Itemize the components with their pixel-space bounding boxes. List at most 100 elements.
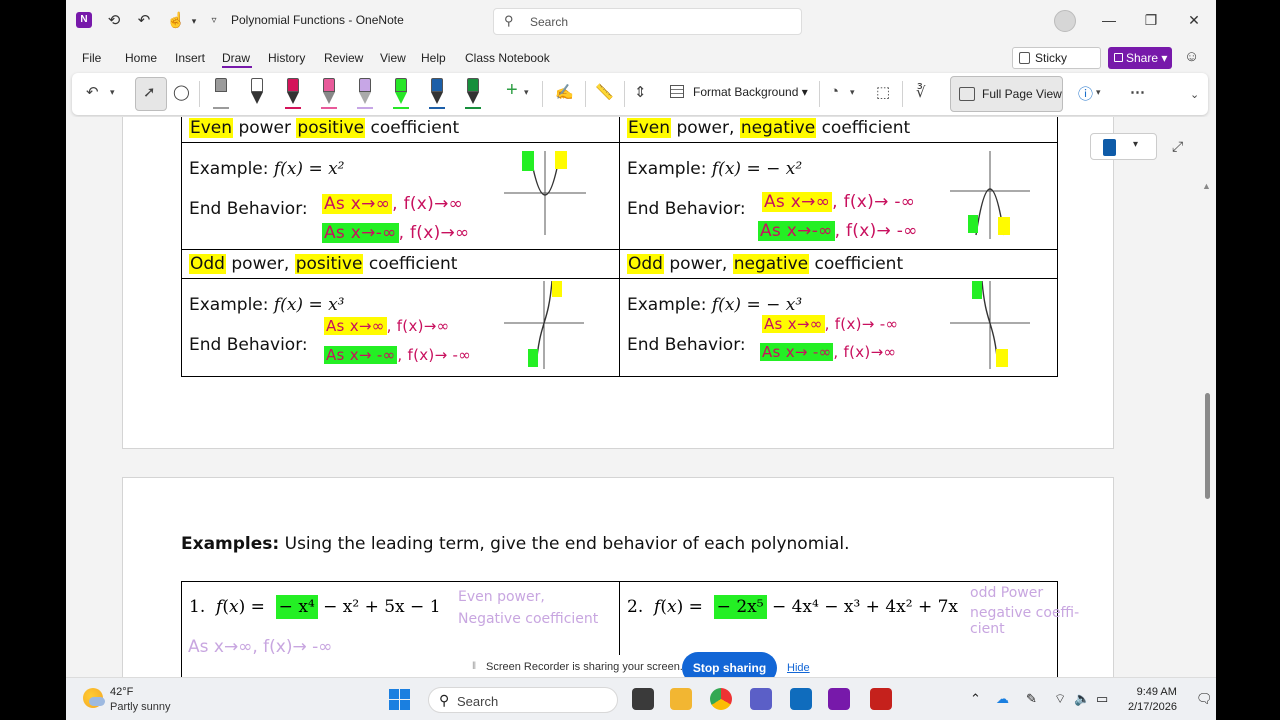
chevron-down-icon[interactable]: ▾ — [524, 87, 529, 98]
menu-view[interactable]: View — [380, 51, 406, 65]
undo-icon[interactable]: ↶ — [134, 11, 154, 31]
divider — [902, 81, 903, 107]
outlook-icon[interactable] — [790, 688, 812, 710]
example-line: Example: f(x) = x³ — [189, 295, 345, 315]
header-positive: positive — [294, 254, 364, 274]
menu-home[interactable]: Home — [125, 51, 157, 65]
avatar[interactable] — [1054, 10, 1076, 32]
lasso-icon[interactable]: ◯ — [173, 83, 190, 101]
graph-sketch — [950, 151, 1030, 239]
touch-draw-icon[interactable]: ✍ — [555, 83, 574, 101]
task-view-icon[interactable] — [632, 688, 654, 710]
collapse-ribbon-icon[interactable]: ⌄ — [1190, 88, 1199, 101]
system-clock[interactable]: 9:49 AM 2/17/2026 — [1128, 685, 1177, 715]
pen-red[interactable] — [282, 76, 304, 110]
more-options-icon[interactable]: ⋯ — [1130, 83, 1145, 101]
insert-space-icon[interactable]: ⇕ — [634, 83, 647, 101]
taskbar-search[interactable]: ⚲ Search — [428, 687, 618, 713]
chevron-down-icon[interactable]: ▾ — [1096, 87, 1101, 98]
onedrive-icon[interactable]: ☁ — [996, 691, 1009, 707]
pen-blue[interactable] — [426, 76, 448, 110]
battery-icon[interactable]: ▭ — [1096, 691, 1108, 707]
problem-1: 1. f(x) = − x⁴ − x² + 5x − 1 — [189, 595, 441, 619]
menu-class-notebook[interactable]: Class Notebook — [465, 51, 550, 65]
minimize-icon[interactable]: — — [1099, 12, 1119, 28]
problem-rest: − x² + 5x − 1 — [317, 597, 441, 617]
full-page-view-label: Full Page View — [982, 87, 1062, 101]
recorder-text: Screen Recorder is sharing your screen. — [486, 661, 683, 673]
sticky-notes-button[interactable]: Sticky Notes — [1012, 47, 1101, 85]
page-canvas[interactable]: Even power positive coefficient Even pow… — [66, 117, 1209, 677]
search-placeholder: Search — [530, 15, 569, 29]
search-box[interactable]: ⚲ Search — [493, 8, 802, 35]
teams-icon[interactable] — [750, 688, 772, 710]
pen-gray[interactable] — [210, 76, 232, 110]
shapes-icon[interactable]: ◔ — [830, 83, 839, 100]
format-background-button[interactable]: Format Background ▾ — [670, 85, 808, 99]
handwritten-answer: As x→∞, f(x)→ -∞ — [188, 637, 333, 657]
highlighter-green[interactable] — [390, 76, 412, 110]
drag-handle-icon[interactable]: ‖ — [472, 661, 476, 672]
expand-icon[interactable]: ⤢ — [1172, 138, 1183, 155]
pen-menu-icon[interactable]: ✎ — [1026, 691, 1037, 707]
share-button[interactable]: Share ▾ — [1108, 47, 1172, 69]
file-explorer-icon[interactable] — [670, 688, 692, 710]
customize-toolbar-icon[interactable]: ▿ — [204, 11, 224, 31]
ink-to-shape-icon[interactable]: ⬚ — [876, 83, 890, 101]
header-text: power — [233, 118, 297, 138]
vertical-scrollbar[interactable] — [1205, 393, 1210, 499]
add-pen-icon[interactable]: + — [506, 79, 518, 102]
touch-mode-icon[interactable]: ☝ — [166, 11, 186, 31]
menu-review[interactable]: Review — [324, 51, 363, 65]
maximize-icon[interactable]: ❐ — [1141, 12, 1161, 29]
problem-number: 1. — [189, 597, 206, 617]
ruler-icon[interactable]: 📏 — [595, 83, 614, 101]
cursor-icon: ➚ — [143, 84, 156, 101]
problem-rest: − 4x⁴ − x³ + 4x² + 7x — [766, 597, 958, 617]
menu-file[interactable]: File — [82, 51, 101, 65]
weather-icon[interactable] — [83, 688, 105, 708]
menu-insert[interactable]: Insert — [175, 51, 205, 65]
chevron-down-icon[interactable]: ▾ — [184, 11, 204, 31]
close-icon[interactable]: ✕ — [1184, 12, 1204, 29]
search-icon: ⚲ — [439, 692, 450, 708]
wifi-icon[interactable]: ⌔ — [1054, 691, 1066, 707]
undo-icon[interactable]: ↶ — [86, 83, 99, 101]
ink-to-math-icon[interactable]: ∛ — [916, 83, 926, 101]
acrobat-icon[interactable] — [870, 688, 892, 710]
full-page-view-button[interactable]: Full Page View — [950, 76, 1063, 112]
end-behavior-table: Even power positive coefficient Even pow… — [181, 117, 1058, 377]
show-hidden-icons-icon[interactable]: ⌃ — [970, 691, 981, 707]
chrome-icon[interactable] — [710, 688, 732, 710]
header-text: power, — [671, 118, 740, 138]
chevron-down-icon[interactable]: ▾ — [110, 87, 115, 98]
divider — [585, 81, 586, 107]
back-icon[interactable]: ⟲ — [104, 11, 124, 31]
windows-start-icon[interactable] — [389, 689, 410, 710]
help-icon[interactable]: ⓘ — [1078, 83, 1093, 104]
weather-condition[interactable]: Partly sunny — [110, 701, 171, 713]
onenote-taskbar-icon[interactable] — [828, 688, 850, 710]
scroll-up-icon[interactable]: ▲ — [1202, 181, 1211, 191]
graph-sketch — [504, 280, 584, 369]
weather-temp[interactable]: 42°F — [110, 686, 133, 698]
volume-icon[interactable]: 🔈 — [1074, 691, 1090, 707]
menu-help[interactable]: Help — [421, 51, 446, 65]
hide-link[interactable]: Hide — [787, 662, 810, 674]
menu-draw[interactable]: Draw — [222, 51, 250, 65]
feedback-icon[interactable]: ☺ — [1184, 48, 1199, 65]
notebook-navigation-button[interactable]: ▾ — [1090, 133, 1157, 160]
pen-pink[interactable] — [318, 76, 340, 110]
chevron-down-icon[interactable]: ▾ — [850, 87, 855, 98]
examples-prompt: Examples: Using the leading term, give t… — [181, 534, 850, 554]
handwritten-note: negative coeffi- — [970, 605, 1080, 621]
table-cell: Example: f(x) = − x³ End Behavior: As x→… — [619, 278, 1058, 377]
clock-date: 2/17/2026 — [1128, 701, 1177, 713]
pen-lavender[interactable] — [354, 76, 376, 110]
notifications-icon[interactable]: 🗨 — [1196, 691, 1213, 707]
menu-history[interactable]: History — [268, 51, 305, 65]
handwritten-note: Even power, — [458, 589, 545, 605]
pen-dark-green[interactable] — [462, 76, 484, 110]
pen-black[interactable] — [246, 76, 268, 110]
ink-annotation: As x→ -∞ — [760, 343, 834, 361]
